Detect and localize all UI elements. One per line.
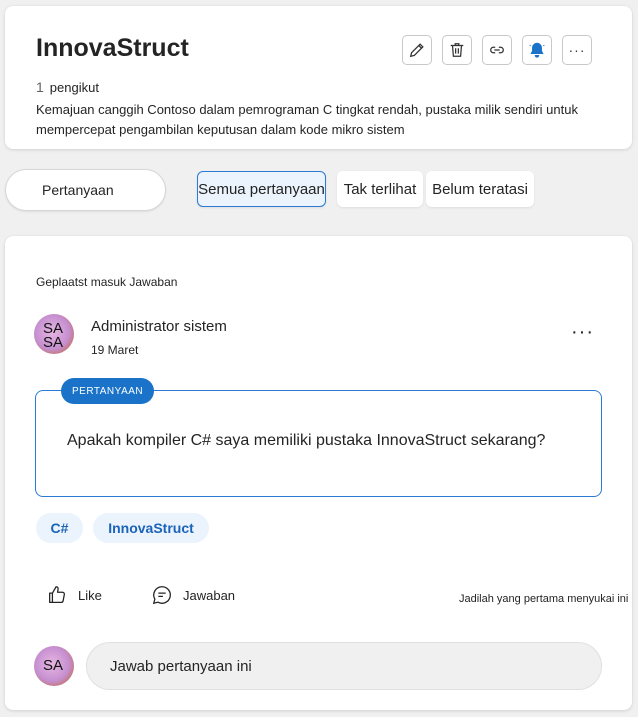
avatar-initials: SA	[43, 657, 64, 674]
tag-innovastruct[interactable]: InnovaStruct	[93, 513, 209, 543]
more-horizontal-icon: ···	[568, 42, 586, 58]
reply-button[interactable]: Jawaban	[151, 584, 235, 606]
question-post-card: Geplaatst masuk Jawaban SA SA Administra…	[5, 236, 632, 710]
copy-link-button[interactable]	[482, 35, 512, 65]
follower-count: 1	[36, 79, 44, 95]
link-icon	[490, 46, 504, 54]
edit-button[interactable]	[402, 35, 432, 65]
more-options-button[interactable]: ···	[562, 35, 592, 65]
page-title: InnovaStruct	[36, 34, 189, 62]
bell-icon	[529, 42, 545, 58]
question-text: Apakah kompiler C# saya memiliki pustaka…	[67, 432, 546, 449]
reply-input[interactable]: Jawab pertanyaan ini	[86, 642, 602, 690]
topic-header-card: InnovaStruct ··· 1 pengikut Kemajuan cang…	[5, 6, 632, 149]
avatar[interactable]: SA SA	[34, 314, 74, 354]
post-more-options-button[interactable]: ···	[571, 322, 594, 342]
like-label: Like	[78, 587, 102, 603]
follow-notifications-button[interactable]	[522, 35, 552, 65]
reply-avatar: SA	[34, 646, 74, 686]
post-context: Geplaatst masuk Jawaban	[36, 275, 178, 289]
tag-csharp[interactable]: C#	[36, 513, 83, 543]
tab-unresolved[interactable]: Belum teratasi	[426, 171, 534, 207]
follower-label: pengikut	[49, 80, 99, 95]
question-box: PERTANYAAN Apakah kompiler C# saya memil…	[35, 378, 602, 497]
topic-description: Kemajuan canggih Contoso dalam pemrogram…	[36, 102, 578, 137]
tab-unseen[interactable]: Tak terlihat	[337, 171, 423, 207]
post-date: 19 Maret	[91, 343, 139, 357]
avatar-initials: SA SA	[43, 320, 64, 351]
pencil-icon	[409, 43, 424, 58]
author-name[interactable]: Administrator sistem	[91, 318, 227, 335]
thumbs-up-icon	[49, 586, 65, 603]
delete-button[interactable]	[442, 35, 472, 65]
question-filter-dropdown[interactable]: Pertanyaan	[5, 169, 166, 211]
question-badge: PERTANYAAN	[61, 378, 155, 404]
comment-icon	[152, 586, 171, 605]
follower-info: 1 pengikut	[36, 79, 99, 95]
trash-icon	[450, 43, 464, 57]
first-like-note: Jadilah yang pertama menyukai ini	[459, 593, 629, 605]
like-button[interactable]: Like	[46, 584, 102, 606]
reply-label: Jawaban	[183, 587, 236, 603]
tab-all-questions[interactable]: Semua pertanyaan	[197, 171, 326, 207]
